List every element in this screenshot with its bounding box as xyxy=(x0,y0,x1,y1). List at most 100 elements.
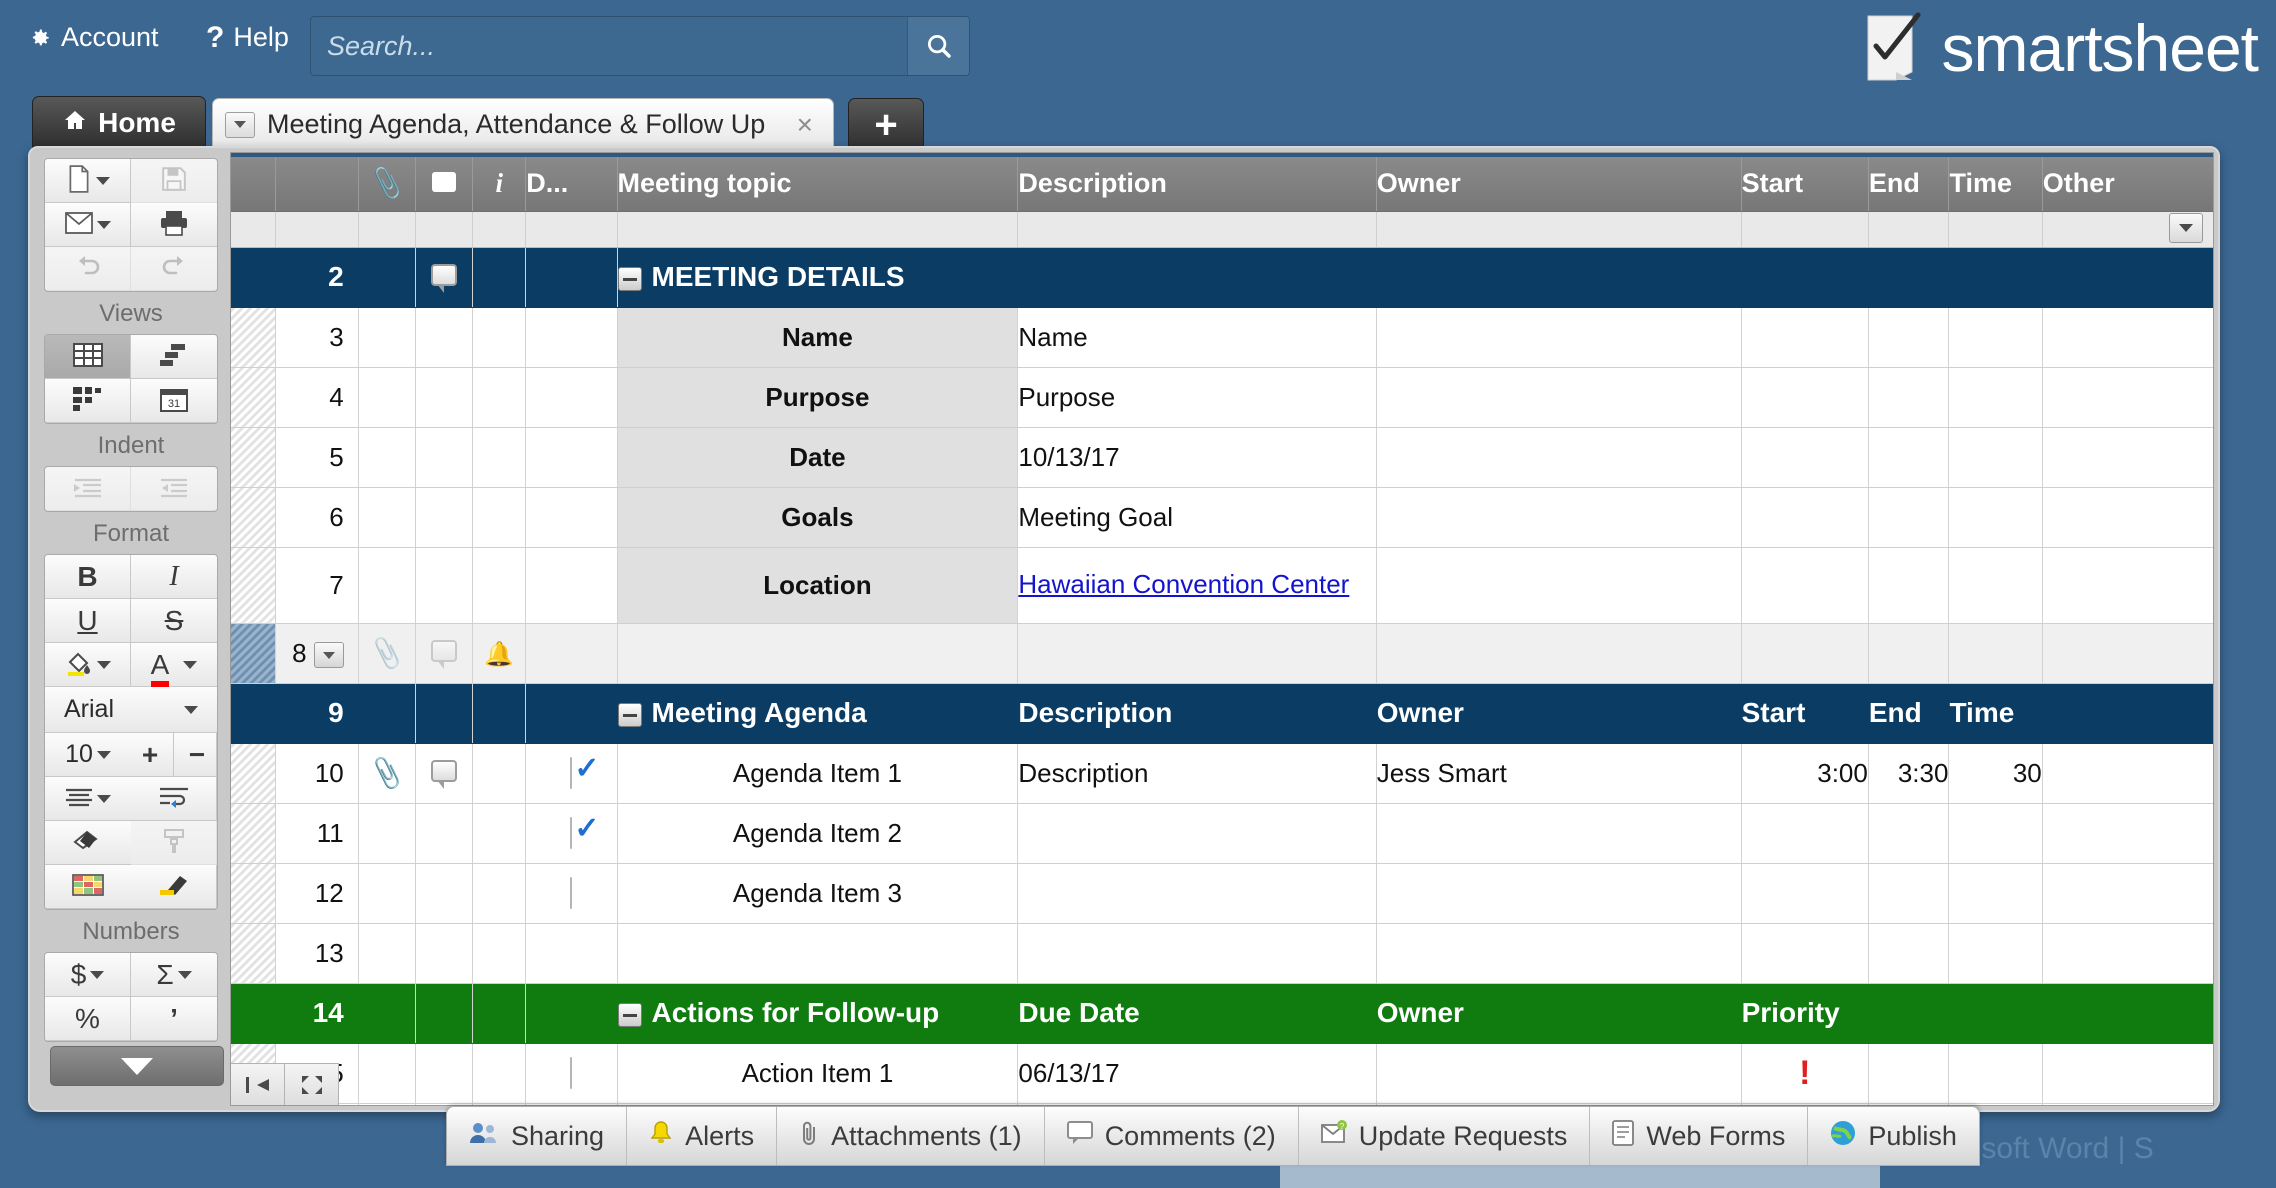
cell-time[interactable] xyxy=(1948,923,2043,984)
cell-desc[interactable] xyxy=(1017,247,1377,308)
cell-time[interactable] xyxy=(1948,427,2043,488)
row-number[interactable]: 4 xyxy=(275,367,359,428)
row-number[interactable]: 9 xyxy=(275,683,359,744)
cell-attach[interactable] xyxy=(358,427,417,488)
cell-time[interactable] xyxy=(1948,803,2043,864)
cell-topic[interactable]: Actions for Follow-up xyxy=(617,983,1019,1044)
cell-start[interactable] xyxy=(1741,307,1869,368)
cell-desc[interactable]: 10/13/17 xyxy=(1017,427,1377,488)
done-checkbox[interactable] xyxy=(570,876,573,909)
column-header-desc[interactable]: Description xyxy=(1017,157,1377,212)
location-link[interactable]: Hawaiian Convention Center xyxy=(1018,570,1375,599)
cell-desc[interactable]: Description xyxy=(1017,683,1377,744)
cell-comment[interactable] xyxy=(415,487,474,548)
cell-owner[interactable]: Owner xyxy=(1376,983,1742,1044)
row-number[interactable]: 7 xyxy=(275,547,359,624)
account-menu[interactable]: Account xyxy=(26,22,159,53)
text-color-button[interactable]: A xyxy=(131,643,217,687)
redo-button[interactable] xyxy=(131,247,217,291)
cell-attach[interactable]: 📎 xyxy=(358,743,417,804)
cell-comment[interactable] xyxy=(415,307,474,368)
cell-other[interactable] xyxy=(2042,923,2213,984)
grid-view-button[interactable] xyxy=(45,335,131,379)
cell-other[interactable] xyxy=(2042,1103,2213,1105)
percent-button[interactable]: % xyxy=(45,997,131,1041)
row-number[interactable]: 12 xyxy=(275,863,359,924)
cell-other[interactable] xyxy=(2042,983,2213,1044)
go-to-first-button[interactable] xyxy=(231,1063,285,1105)
detail-label[interactable]: Date xyxy=(617,427,1019,488)
cell-comment[interactable] xyxy=(415,863,474,924)
collapse-section-icon[interactable] xyxy=(617,702,642,727)
wrap-text-button[interactable] xyxy=(131,777,217,821)
cell-time[interactable] xyxy=(1948,623,2043,684)
cell-end[interactable] xyxy=(1868,983,1950,1044)
cell-desc[interactable]: Meeting Goal xyxy=(1017,487,1377,548)
help-menu[interactable]: ? Help xyxy=(206,22,289,53)
table-row[interactable]: 11 Agenda Item 2 xyxy=(231,803,2213,864)
column-header-gutter[interactable] xyxy=(231,157,277,212)
cell-done[interactable] xyxy=(525,923,618,984)
cell-attach[interactable] xyxy=(358,367,417,428)
table-row[interactable]: 4 Purpose Purpose xyxy=(231,367,2213,428)
cell-info[interactable] xyxy=(472,427,527,488)
row-gutter[interactable] xyxy=(231,623,277,684)
bell-icon[interactable]: 🔔 xyxy=(484,641,514,668)
chevron-down-icon[interactable] xyxy=(225,111,255,138)
cell-desc[interactable]: Purpose xyxy=(1017,367,1377,428)
cell-desc[interactable]: Name xyxy=(1017,307,1377,368)
filter-dropdown-button[interactable] xyxy=(2169,213,2203,243)
row-number[interactable]: 14 xyxy=(275,983,359,1044)
chevron-down-icon[interactable] xyxy=(183,660,198,669)
currency-button[interactable]: $ xyxy=(45,953,131,997)
search-input[interactable] xyxy=(311,17,907,75)
cell-comment[interactable] xyxy=(415,623,474,684)
clear-format-button[interactable] xyxy=(45,821,131,865)
column-header-topic[interactable]: Meeting topic xyxy=(617,157,1019,212)
cell-time[interactable] xyxy=(1948,863,2043,924)
conditional-format-button[interactable] xyxy=(45,865,131,909)
cell-done[interactable] xyxy=(525,487,618,548)
cell-start[interactable] xyxy=(1741,367,1869,428)
cell-owner[interactable] xyxy=(1376,427,1742,488)
column-header-comment[interactable] xyxy=(415,157,474,212)
row-gutter[interactable] xyxy=(231,863,277,924)
collapse-section-icon[interactable] xyxy=(617,1002,642,1027)
item-title[interactable] xyxy=(617,923,1019,984)
column-header-end[interactable]: End xyxy=(1868,157,1950,212)
collapse-section-icon[interactable] xyxy=(617,266,642,291)
row-number[interactable]: 11 xyxy=(275,803,359,864)
row-gutter[interactable] xyxy=(231,307,277,368)
sum-button[interactable]: Σ xyxy=(131,953,217,997)
cell-time[interactable] xyxy=(1948,307,2043,368)
cell-done[interactable] xyxy=(525,547,618,624)
table-row[interactable]: 7 Location Hawaiian Convention Center xyxy=(231,547,2213,624)
paperclip-icon[interactable]: 📎 xyxy=(367,754,406,792)
font-increase-button[interactable]: + xyxy=(131,739,169,771)
cell-other[interactable] xyxy=(2042,863,2213,924)
cell-comment[interactable] xyxy=(415,803,474,864)
cell-end[interactable]: End xyxy=(1868,683,1950,744)
cell-info[interactable]: 🔔 xyxy=(472,623,527,684)
cell-done[interactable] xyxy=(525,307,618,368)
cell-owner[interactable] xyxy=(1376,307,1742,368)
outdent-button[interactable] xyxy=(45,467,131,511)
column-header-start[interactable]: Start xyxy=(1741,157,1869,212)
item-title[interactable]: Action Item 1 xyxy=(617,1043,1019,1104)
detail-label[interactable]: Name xyxy=(617,307,1019,368)
cell-time[interactable] xyxy=(1948,547,2043,624)
close-icon[interactable]: × xyxy=(789,109,821,141)
cell-done[interactable] xyxy=(525,743,618,804)
cell-attach[interactable] xyxy=(358,1103,417,1105)
cell-attach[interactable] xyxy=(358,683,417,744)
cell-end[interactable] xyxy=(1868,623,1950,684)
comment-bubble-icon[interactable] xyxy=(431,759,458,789)
cell-attach[interactable] xyxy=(358,487,417,548)
cell-start[interactable]: Start xyxy=(1741,683,1869,744)
row-menu-icon[interactable] xyxy=(313,641,344,668)
cell-comment[interactable] xyxy=(415,247,474,308)
cell-info[interactable] xyxy=(472,1043,527,1104)
item-title[interactable]: Agenda Item 1 xyxy=(617,743,1019,804)
done-checkbox[interactable] xyxy=(570,756,573,789)
done-checkbox[interactable] xyxy=(570,816,573,849)
